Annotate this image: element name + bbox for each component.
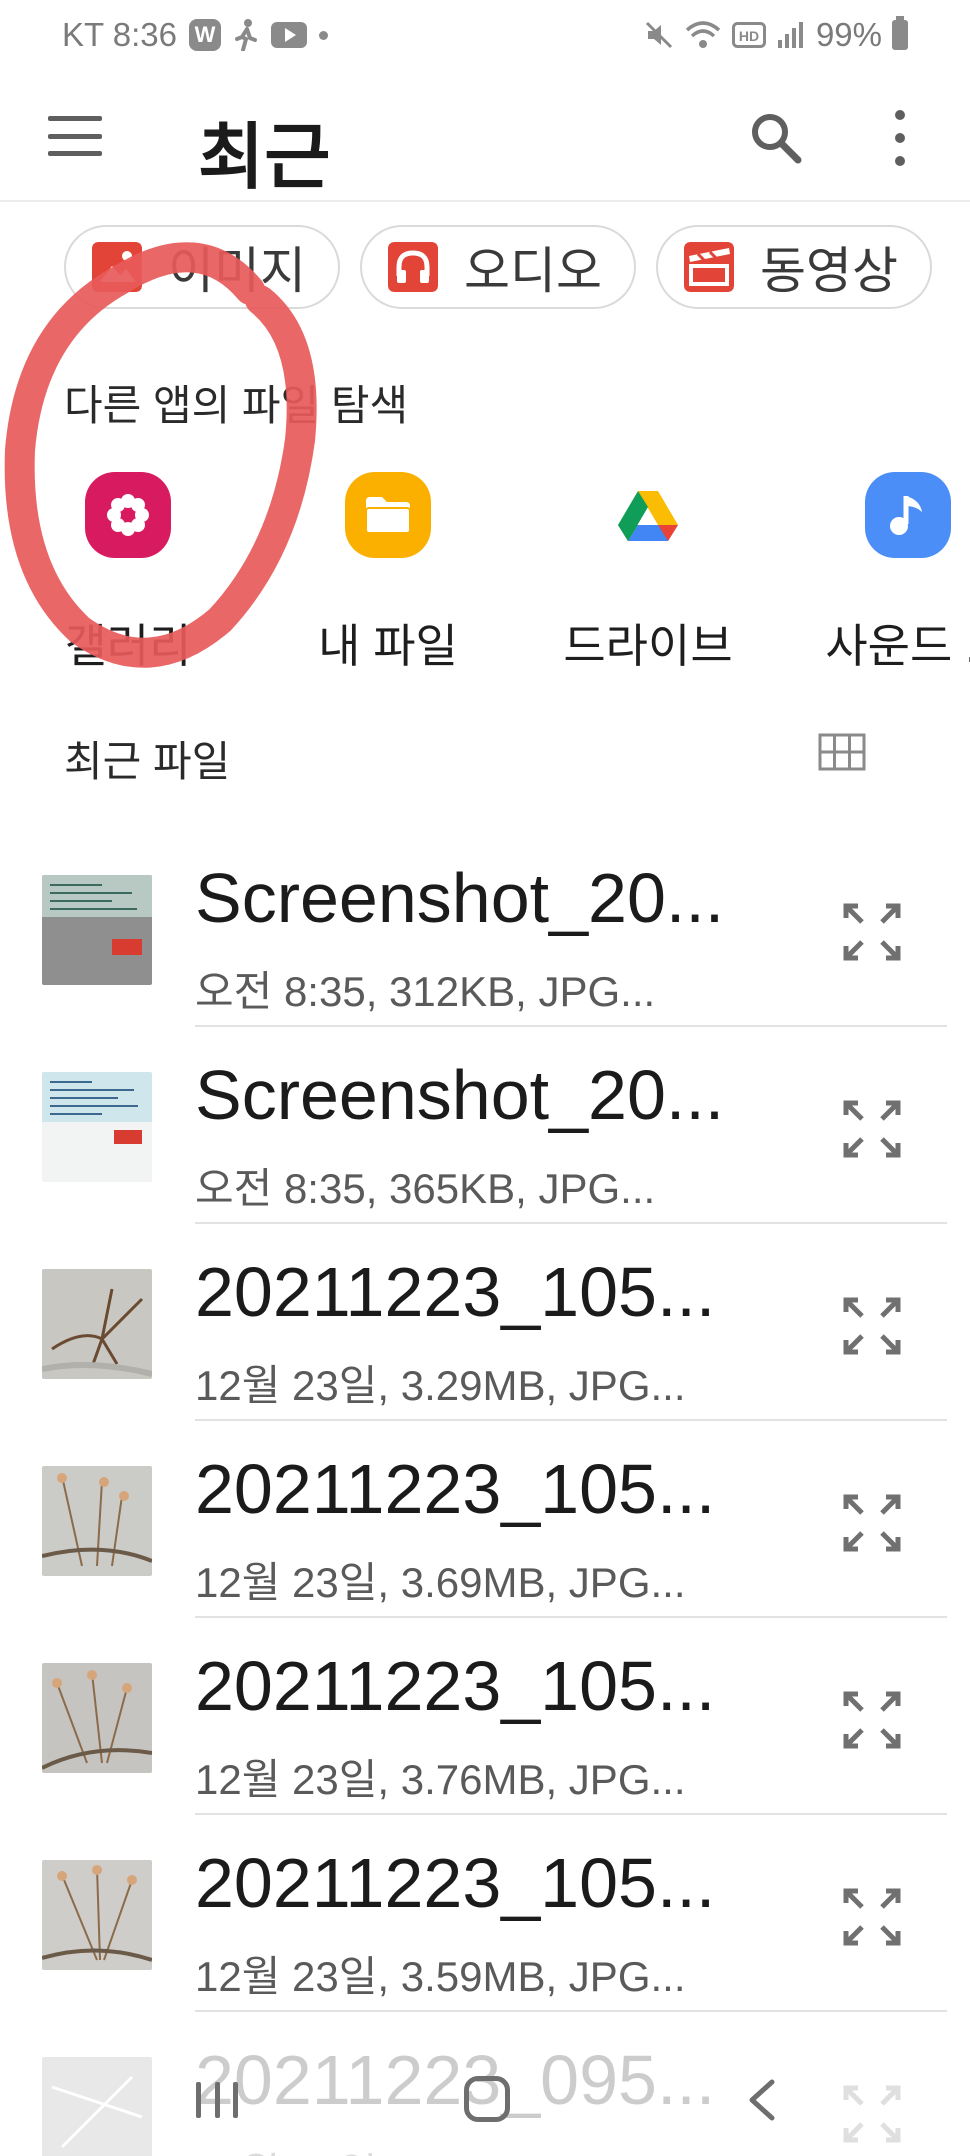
navigation-bar (0, 2030, 970, 2156)
file-meta: 12월 23일, 3.69MB, JPG... (195, 1559, 686, 1606)
file-meta: 오전 8:35, 312KB, JPG... (195, 968, 656, 1015)
status-bar: KT 8:36 W HD 99% (0, 0, 970, 70)
app-label: 드라이브 (563, 620, 733, 672)
file-name: 20211223_105... (195, 1450, 716, 1528)
headphones-icon (388, 242, 438, 292)
app-label: 사운드 .. (825, 620, 970, 672)
recent-file-list: Screenshot_20... 오전 8:35, 312KB, JPG... … (0, 830, 970, 2156)
file-name: 20211223_105... (195, 1844, 716, 1922)
category-chips: 이미지 오디오 동영상 (64, 225, 932, 309)
carrier-time: KT 8:36 (62, 16, 177, 53)
page-title: 최근 (198, 118, 331, 198)
app-bar: 최근 (0, 70, 970, 200)
youtube-icon (270, 22, 307, 48)
wifi-icon (685, 21, 721, 48)
list-item[interactable]: 20211223_105... 12월 23일, 3.76MB, JPG... (0, 1618, 970, 1815)
status-left: KT 8:36 W (62, 16, 328, 54)
list-item[interactable]: Screenshot_20... 오전 8:35, 365KB, JPG... (0, 1027, 970, 1224)
recent-apps-button[interactable] (196, 2082, 238, 2118)
file-meta: 12월 23일, 3.59MB, JPG... (195, 1953, 686, 2000)
expand-icon[interactable] (840, 1097, 904, 1161)
recent-files-title: 최근 파일 (64, 738, 231, 785)
list-item[interactable]: 20211223_105... 12월 23일, 3.69MB, JPG... (0, 1421, 970, 1618)
image-icon (92, 242, 142, 292)
chip-label: 오디오 (464, 243, 602, 299)
home-button[interactable] (464, 2076, 510, 2122)
file-thumbnail (42, 1663, 152, 1773)
drive-icon (605, 472, 691, 558)
expand-icon[interactable] (840, 1688, 904, 1752)
app-label: 내 파일 (318, 620, 458, 672)
app-gallery[interactable]: 갤러리 (18, 472, 238, 676)
back-button[interactable] (742, 2078, 782, 2122)
chip-images[interactable]: 이미지 (64, 225, 340, 309)
other-apps-row: 갤러리 내 파일 드라이브 사운드 .. (0, 472, 970, 672)
search-icon[interactable] (748, 110, 804, 166)
list-item[interactable]: 20211223_105... 12월 23일, 3.29MB, JPG... (0, 1224, 970, 1421)
app-my-files[interactable]: 내 파일 (278, 472, 498, 676)
file-name: Screenshot_20... (195, 859, 725, 937)
file-thumbnail (42, 1269, 152, 1379)
expand-icon[interactable] (840, 1491, 904, 1555)
chip-label: 동영상 (760, 243, 898, 299)
file-name: Screenshot_20... (195, 1056, 725, 1134)
expand-icon[interactable] (840, 1885, 904, 1949)
gallery-icon (85, 472, 171, 558)
w-app-icon: W (188, 19, 221, 51)
expand-icon[interactable] (840, 900, 904, 964)
file-thumbnail (42, 1072, 152, 1182)
sound-icon (865, 472, 951, 558)
svg-text:HD: HD (739, 28, 759, 44)
app-sound[interactable]: 사운드 .. (798, 472, 970, 676)
grid-view-icon[interactable] (818, 733, 866, 771)
other-apps-title: 다른 앱의 파일 탐색 (64, 382, 409, 429)
menu-icon[interactable] (48, 116, 102, 156)
signal-icon (777, 22, 803, 48)
divider (0, 200, 970, 202)
walking-icon (234, 19, 257, 51)
file-meta: 12월 23일, 3.76MB, JPG... (195, 1756, 686, 1803)
chip-video[interactable]: 동영상 (656, 225, 932, 309)
file-thumbnail (42, 1466, 152, 1576)
file-thumbnail (42, 875, 152, 985)
list-item[interactable]: 20211223_105... 12월 23일, 3.59MB, JPG... (0, 1815, 970, 2012)
battery-icon (892, 16, 908, 50)
mute-icon (645, 21, 672, 49)
expand-icon[interactable] (840, 1294, 904, 1358)
notification-dot-icon (318, 30, 328, 40)
file-meta: 12월 23일, 3.29MB, JPG... (195, 1362, 686, 1409)
more-options-icon[interactable] (888, 110, 912, 166)
folder-icon (345, 472, 431, 558)
video-icon (684, 242, 734, 292)
battery-percent: 99% (815, 16, 882, 53)
hd-icon: HD (731, 22, 766, 48)
chip-label: 이미지 (168, 243, 306, 299)
file-name: 20211223_105... (195, 1647, 716, 1725)
list-item[interactable]: Screenshot_20... 오전 8:35, 312KB, JPG... (0, 830, 970, 1027)
file-name: 20211223_105... (195, 1253, 716, 1331)
app-label: 갤러리 (64, 620, 192, 672)
status-right: HD 99% (644, 16, 908, 54)
chip-audio[interactable]: 오디오 (360, 225, 636, 309)
file-meta: 오전 8:35, 365KB, JPG... (195, 1165, 656, 1212)
app-drive[interactable]: 드라이브 (538, 472, 758, 676)
file-thumbnail (42, 1860, 152, 1970)
